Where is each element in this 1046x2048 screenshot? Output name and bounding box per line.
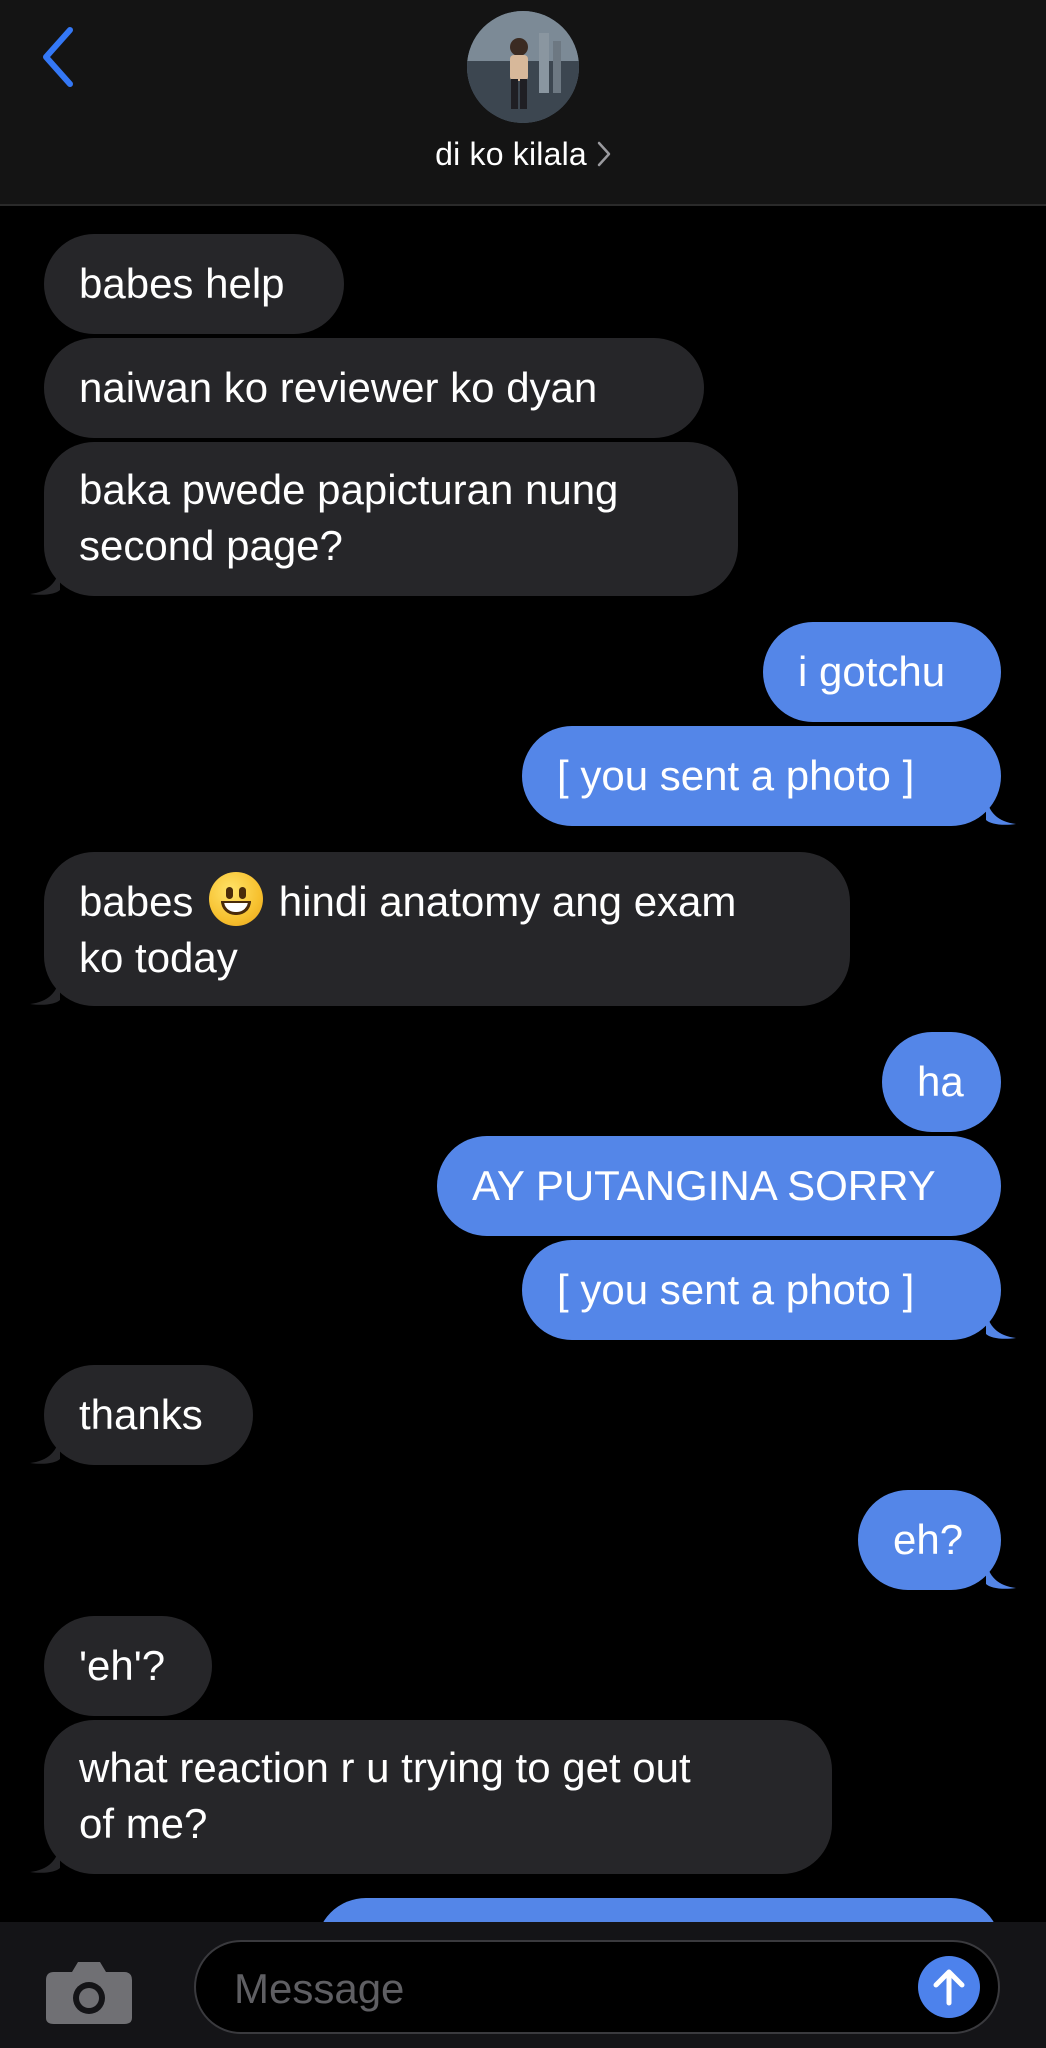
bubble-tail (986, 1560, 1016, 1589)
message-bubble-incoming[interactable]: 'eh'? (44, 1616, 212, 1716)
bubble-tail (30, 1435, 60, 1464)
message-text: [ you sent a photo ] (557, 752, 915, 799)
message-text: AY PUTANGINA SORRY (472, 1162, 936, 1209)
chevron-left-icon (43, 27, 73, 87)
conversation-header: di ko kilala (0, 0, 1046, 206)
chevron-right-icon (597, 141, 611, 167)
message-text: what reaction r u trying to get out (79, 1744, 691, 1791)
message-text: eh? (893, 1516, 964, 1563)
message-bubble-incoming[interactable]: baka pwede papicturan nung second page? (44, 442, 738, 596)
contact-name: di ko kilala (435, 135, 587, 172)
message-input-field[interactable] (194, 1940, 1000, 2034)
message-text: hindi anatomy ang exam (278, 878, 737, 925)
message-text: babes (79, 878, 194, 925)
grinning-face-icon (209, 872, 264, 926)
message-bubble-incoming[interactable]: babes hindi anatomy ang exam ko today (44, 852, 850, 1006)
contact-avatar[interactable] (467, 11, 579, 123)
message-bubble-outgoing[interactable]: i gotchu (763, 622, 1001, 722)
message-bubble-incoming[interactable]: babes help (44, 234, 344, 334)
bubble-tail (30, 566, 60, 595)
arrow-up-icon (933, 1969, 965, 2006)
message-text: ha (917, 1058, 964, 1105)
message-text: ko today (79, 934, 238, 981)
send-button[interactable] (918, 1956, 980, 2018)
camera-icon (46, 1962, 132, 2024)
message-text: second page? (79, 522, 343, 569)
camera-button[interactable] (44, 1960, 134, 2026)
bubble-tail (30, 1844, 60, 1873)
message-thread: babes help naiwan ko reviewer ko dyan ba… (0, 0, 1046, 2048)
message-text: i gotchu (798, 648, 946, 695)
message-bubble-outgoing[interactable]: eh? (858, 1490, 1001, 1590)
back-button[interactable] (28, 22, 88, 92)
bubble-tail (30, 976, 60, 1005)
message-bubble-incoming[interactable]: thanks (44, 1365, 253, 1465)
bubble-tail (986, 1310, 1016, 1339)
message-text-line: babes hindi anatomy ang exam (79, 872, 815, 930)
message-text: of me? (79, 1800, 208, 1847)
contact-name-button[interactable]: di ko kilala (0, 132, 1046, 176)
message-text: babes help (79, 260, 285, 307)
message-text: 'eh'? (79, 1642, 166, 1689)
composer-bar (0, 1922, 1046, 2048)
message-text: [ you sent a photo ] (557, 1266, 915, 1313)
message-bubble-outgoing[interactable]: [ you sent a photo ] (522, 1240, 1001, 1340)
bubble-tail (986, 796, 1016, 825)
message-text: thanks (79, 1391, 203, 1438)
message-input[interactable] (232, 1960, 876, 2018)
message-bubble-incoming[interactable]: naiwan ko reviewer ko dyan (44, 338, 704, 438)
avatar-photo (467, 11, 579, 123)
message-bubble-outgoing[interactable]: [ you sent a photo ] (522, 726, 1001, 826)
message-text: baka pwede papicturan nung (79, 466, 619, 513)
message-text: naiwan ko reviewer ko dyan (79, 364, 598, 411)
message-bubble-outgoing[interactable]: ha (882, 1032, 1001, 1132)
message-bubble-outgoing[interactable]: AY PUTANGINA SORRY (437, 1136, 1001, 1236)
message-bubble-incoming[interactable]: what reaction r u trying to get out of m… (44, 1720, 832, 1874)
